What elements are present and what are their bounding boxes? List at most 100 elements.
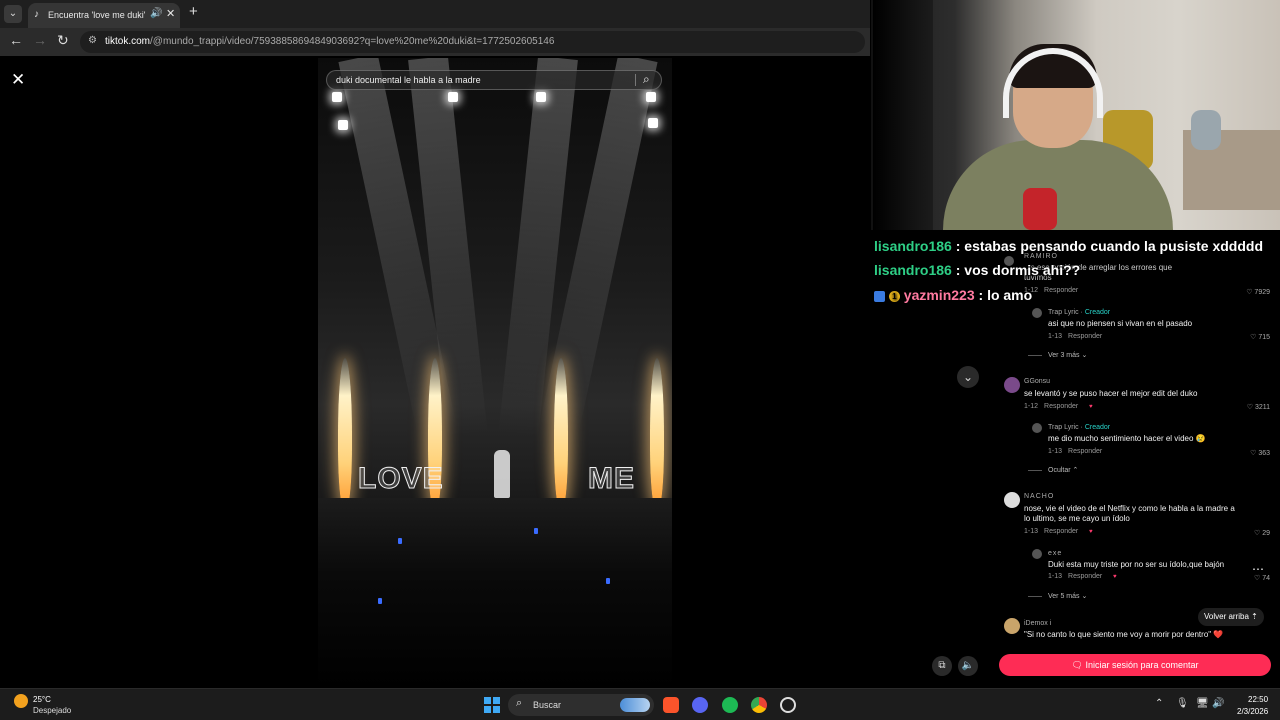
site-info-icon[interactable]: ⚙ <box>88 35 97 46</box>
network-icon[interactable]: 🖥 <box>1196 698 1209 709</box>
avatar[interactable] <box>1032 308 1042 318</box>
weather-icon[interactable] <box>14 694 28 708</box>
volume-icon[interactable]: 🔈 <box>958 656 978 676</box>
avatar[interactable] <box>1032 549 1042 559</box>
weather-description[interactable]: Despejado <box>33 706 71 715</box>
like-count[interactable]: ♡ 363 <box>1234 449 1270 457</box>
video-overlay-word-right: ME <box>588 462 635 496</box>
picture-in-picture-icon[interactable]: ⧉ <box>932 656 952 676</box>
performer <box>494 450 510 498</box>
microphone <box>1023 188 1057 230</box>
comment-meta: 1-12 Responder <box>1024 403 1079 410</box>
reload-icon[interactable]: ↻ <box>57 32 69 49</box>
crowd-phone-light <box>606 578 610 584</box>
chat-badge-icon <box>874 290 885 302</box>
discord-icon[interactable] <box>692 697 708 713</box>
avatar[interactable] <box>1004 618 1020 634</box>
reply-link[interactable]: Responder <box>1068 448 1102 455</box>
crowd-phone-light <box>398 538 402 544</box>
chat-username: lisandro186 <box>874 262 952 278</box>
hide-replies[interactable]: Ocultar ⌃ <box>1028 466 1078 474</box>
chevron-down-icon[interactable]: ⌄ <box>957 366 979 388</box>
view-more-replies[interactable]: Ver 3 más ⌄ <box>1028 351 1087 359</box>
forward-arrow-icon[interactable]: → <box>33 32 47 48</box>
close-video-icon[interactable]: ✕ <box>11 70 25 90</box>
chevron-up-icon[interactable]: ⌃ <box>1155 698 1163 709</box>
webcam-overlay <box>871 0 1280 230</box>
comment-username[interactable]: exe <box>1048 550 1062 557</box>
video-player[interactable]: LOVE ME duki documental le habla a la ma… <box>318 58 672 688</box>
obs-icon[interactable] <box>780 697 796 713</box>
comment-text: Duki esta muy triste por no ser su ídolo… <box>1048 560 1225 569</box>
comment-username[interactable]: Trap Lyric · Creador <box>1048 309 1110 316</box>
reply-link[interactable]: Responder <box>1044 403 1078 410</box>
video-overlay-word-left: LOVE <box>358 462 444 496</box>
clock-time[interactable]: 22:50 <box>1248 695 1268 704</box>
like-count[interactable]: ♡ 29 <box>1234 529 1270 537</box>
crowd-phone-light <box>378 598 382 604</box>
close-tab-icon[interactable]: ✕ <box>166 7 175 20</box>
chat-text: lo amo <box>987 287 1033 303</box>
brave-icon[interactable] <box>663 697 679 713</box>
windows-start-icon[interactable] <box>484 697 500 713</box>
pyro-flame <box>650 358 664 508</box>
taskbar-search[interactable]: ⌕ Buscar <box>508 694 654 716</box>
comment-text: asi que no piensen si vivan en el pasado <box>1048 319 1193 328</box>
comment-username[interactable]: GGonsu <box>1024 378 1050 385</box>
avatar[interactable] <box>1032 423 1042 433</box>
comment-username[interactable]: NACHO <box>1024 493 1054 500</box>
view-more-replies[interactable]: Ver 5 más ⌄ <box>1028 592 1087 600</box>
weather-temperature[interactable]: 25°C <box>33 695 51 704</box>
reply-link[interactable]: Responder <box>1068 573 1102 580</box>
search-separator <box>635 74 636 86</box>
stage-lamp <box>338 120 348 130</box>
comment-text: nose, vie el video de el Netflix y como … <box>1024 504 1235 513</box>
comment-meta: 1-13 Responder <box>1048 333 1103 340</box>
crowd-phone-light <box>534 528 538 534</box>
like-count[interactable]: ♡ 7929 <box>1234 288 1270 296</box>
comment-text: lo ultimo, se me cayo un ídolo <box>1024 514 1130 523</box>
search-highlight-icon <box>620 698 650 712</box>
comment-username[interactable]: RAMIRO <box>1024 253 1058 260</box>
new-tab-icon[interactable]: + <box>189 3 198 20</box>
crowd <box>318 498 672 688</box>
back-to-top-button[interactable]: Volver arriba ⇡ <box>1198 608 1264 626</box>
comment-meta: 1-13 Responder <box>1048 573 1103 580</box>
reply-link[interactable]: Responder <box>1044 287 1078 294</box>
tiktok-favicon-icon: ♪ <box>34 9 39 20</box>
stage-lamp <box>332 92 342 102</box>
spotify-icon[interactable] <box>722 697 738 713</box>
microphone-icon[interactable]: 🎙 <box>1176 698 1189 709</box>
login-to-comment-button[interactable]: 🗨 Iniciar sesión para comentar <box>999 654 1271 676</box>
more-options-icon[interactable]: ⋯ <box>1252 562 1264 576</box>
speaker-icon[interactable]: 🔊 <box>150 8 162 19</box>
search-icon[interactable]: ⌕ <box>643 72 650 87</box>
reply-link[interactable]: Responder <box>1044 528 1078 535</box>
tab-title: Encuentra 'love me duki' en <box>48 10 148 20</box>
video-search-bar[interactable]: duki documental le habla a la madre ⌕ <box>326 70 662 90</box>
chat-text: estabas pensando cuando la pusiste xdddd… <box>964 238 1264 254</box>
clock-date[interactable]: 2/3/2026 <box>1237 707 1268 716</box>
chat-message: lisandro186 : vos dormis ahi?? <box>874 262 1081 278</box>
volume-icon[interactable]: 🔊 <box>1212 698 1224 709</box>
back-arrow-icon[interactable]: ← <box>9 32 23 48</box>
creator-liked-icon: ♥ <box>1113 574 1117 580</box>
chat-text: vos dormis ahi?? <box>964 262 1081 278</box>
comment-meta: 1-13 Responder <box>1024 528 1079 535</box>
browser-tab[interactable]: ♪ Encuentra 'love me duki' en 🔊 ✕ <box>28 3 180 28</box>
comment-username[interactable]: iDemox i <box>1024 620 1051 627</box>
tab-search-menu-icon[interactable]: ⌄ <box>4 5 22 23</box>
avatar[interactable] <box>1004 377 1020 393</box>
comments-panel: RAMIRO ...s esa opción de arreglar los e… <box>996 230 1280 688</box>
avatar[interactable] <box>1004 492 1020 508</box>
comment-text: "Si no canto lo que siento me voy a mori… <box>1024 630 1224 639</box>
chrome-icon[interactable] <box>751 697 767 713</box>
stage-lamp <box>536 92 546 102</box>
reply-link[interactable]: Responder <box>1068 333 1102 340</box>
like-count[interactable]: ♡ 3211 <box>1234 403 1270 411</box>
browser-toolbar: ← → ↻ ⚙ tiktok.com/@mundo_trappi/video/7… <box>0 28 870 56</box>
comment-username[interactable]: Trap Lyric · Creador <box>1048 424 1110 431</box>
video-search-query: duki documental le habla a la madre <box>336 75 481 85</box>
address-bar[interactable]: ⚙ tiktok.com/@mundo_trappi/video/7593885… <box>80 31 865 53</box>
like-count[interactable]: ♡ 715 <box>1234 333 1270 341</box>
